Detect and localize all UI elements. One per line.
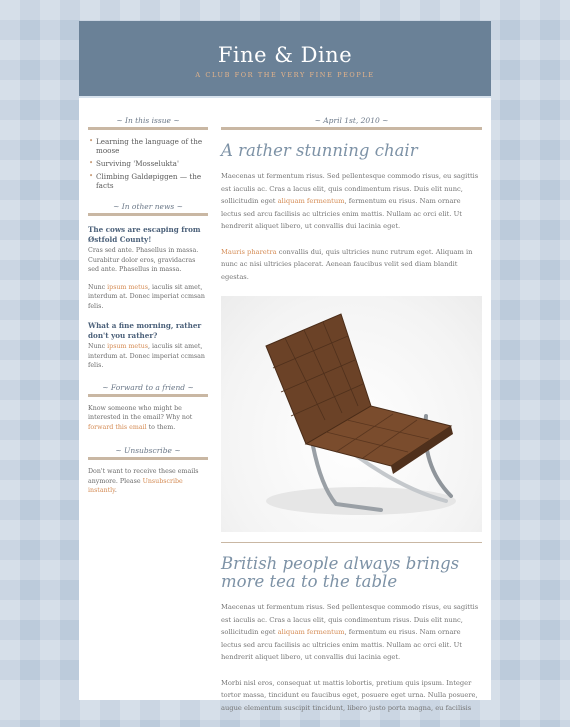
- in-this-issue-heading: ~ In this issue ~: [88, 116, 208, 130]
- news-story-text: Nunc ipsum metus, iaculis sit amet, inte…: [88, 342, 208, 371]
- text-segment: Nunc: [88, 283, 108, 291]
- ipsum-metus-link[interactable]: ipsum metus: [107, 284, 148, 291]
- text-segment: .: [114, 487, 117, 494]
- issue-item[interactable]: • Learning the language of the moose: [88, 137, 208, 155]
- forward-heading: ~ Forward to a friend ~: [88, 383, 208, 397]
- bullet-icon: •: [89, 172, 94, 180]
- text-segment: Know someone who might be interested in …: [88, 404, 193, 422]
- news-story-title: What a fine morning, rather don't you ra…: [88, 321, 202, 340]
- news-story-text: Nunc ipsum metus, iaculis sit amet, inte…: [88, 283, 208, 312]
- sidebar: ~ In this issue ~ • Learning the language…: [88, 98, 208, 496]
- newsletter-header: Fine & Dine A CLUB FOR THE VERY FINE PEO…: [79, 21, 491, 96]
- news-story-title: The cows are escaping from Østfold Count…: [88, 225, 201, 244]
- other-news-heading: ~ In other news ~: [88, 202, 208, 216]
- article-title: A rather stunning chair: [221, 141, 418, 160]
- main-column: ~ April 1st, 2010 ~ A rather stunning ch…: [221, 98, 482, 727]
- forward-email-link[interactable]: forward this email: [88, 424, 147, 431]
- issue-list: • Learning the language of the moose • Sur…: [88, 137, 208, 190]
- aliquam-fermentum-link[interactable]: aliquam fermentum: [278, 197, 345, 205]
- unsubscribe-text: Don't want to receive these emails anymo…: [88, 467, 208, 496]
- unsubscribe-heading: ~ Unsubscribe ~: [88, 446, 208, 460]
- text-segment: to them.: [146, 423, 176, 431]
- issue-item-label: Climbing Galdøpiggen — the facts: [96, 172, 202, 190]
- bullet-icon: •: [89, 137, 94, 145]
- issue-item[interactable]: • Surviving 'Mosselukta': [88, 159, 208, 168]
- forward-text: Know someone who might be interested in …: [88, 404, 208, 433]
- newsletter: Fine & Dine A CLUB FOR THE VERY FINE PEO…: [79, 21, 491, 712]
- chair-image: [221, 296, 482, 532]
- ipsum-metus-link[interactable]: ipsum metus: [107, 343, 148, 350]
- article-title: British people always brings more tea to…: [221, 554, 460, 591]
- bullet-icon: •: [89, 159, 94, 167]
- article-paragraph: Mauris pharetra convallis dui, quis ultr…: [221, 246, 482, 284]
- text-segment: Nunc: [88, 343, 108, 350]
- aliquam-fermentum-link[interactable]: aliquam fermentum: [278, 628, 345, 636]
- newsletter-title: Fine & Dine: [217, 43, 353, 67]
- article-divider: [221, 542, 482, 543]
- article-paragraph: Morbi nisl eros, consequat ut mattis lob…: [221, 678, 478, 712]
- issue-item-label: Surviving 'Mosselukta': [96, 159, 179, 168]
- issue-item[interactable]: • Climbing Galdøpiggen — the facts: [88, 172, 208, 190]
- chair-illustration: [265, 313, 456, 515]
- mauris-pharetra-link[interactable]: Mauris pharetra: [221, 248, 277, 256]
- news-story-text: Cras sed ante. Phasellus in massa. Curab…: [88, 247, 199, 273]
- issue-date: ~ April 1st, 2010 ~: [221, 116, 482, 130]
- chair-shadow: [266, 487, 456, 515]
- newsletter-tagline: A CLUB FOR THE VERY FINE PEOPLE: [195, 71, 375, 79]
- issue-item-label: Learning the language of the moose: [96, 137, 203, 155]
- article-paragraph: Maecenas ut fermentum risus. Sed pellent…: [221, 601, 482, 664]
- newsletter-content: ~ In this issue ~ • Learning the language…: [79, 98, 491, 712]
- article-paragraph: Maecenas ut fermentum risus. Sed pellent…: [221, 170, 482, 233]
